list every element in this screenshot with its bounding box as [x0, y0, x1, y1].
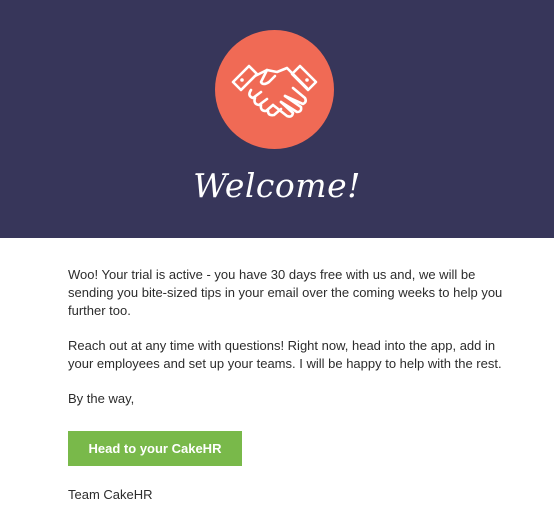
welcome-banner: Welcome! [0, 0, 554, 238]
intro-paragraph: Woo! Your trial is active - you have 30 … [68, 267, 503, 318]
email-body: Woo! Your trial is active - you have 30 … [68, 266, 508, 504]
head-to-cakehr-button[interactable]: Head to your CakeHR [68, 431, 242, 466]
handshake-badge [215, 30, 334, 149]
welcome-title: Welcome! [193, 166, 361, 205]
instructions-paragraph: Reach out at any time with questions! Ri… [68, 338, 502, 371]
email-page: Welcome! Woo! Your trial is active - you… [0, 0, 554, 528]
handshake-icon [231, 64, 318, 118]
signoff-text: Team CakeHR [68, 487, 153, 502]
by-the-way-text: By the way, [68, 391, 135, 406]
